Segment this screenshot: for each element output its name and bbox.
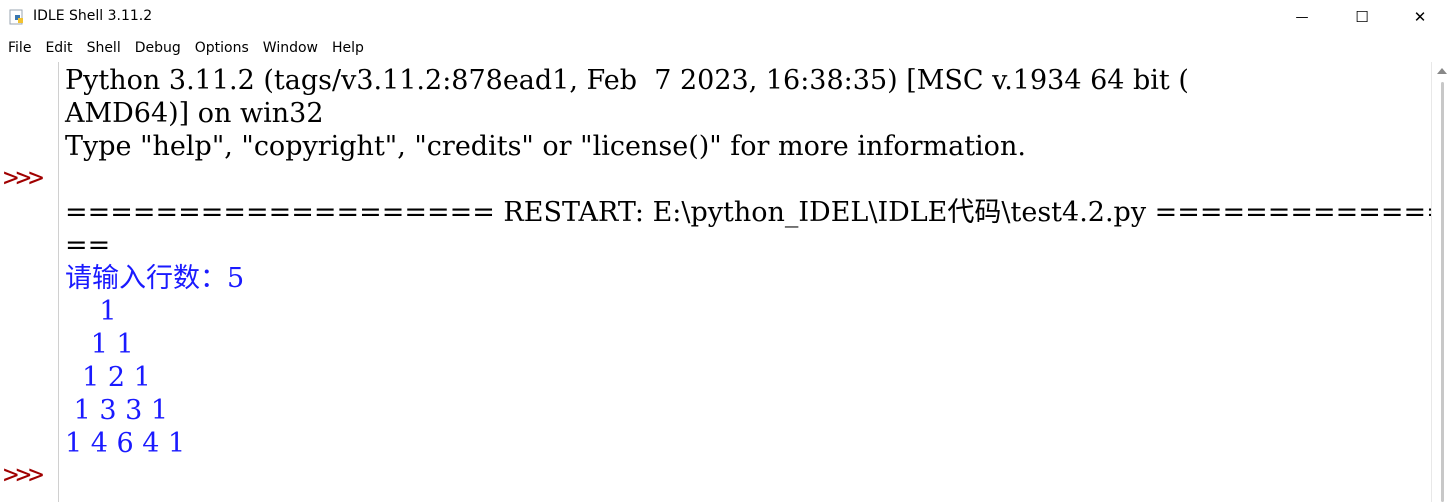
scroll-thumb[interactable] — [1441, 82, 1444, 502]
vertical-scrollbar[interactable] — [1431, 62, 1452, 502]
shell-prompt: >>> — [3, 460, 44, 490]
menu-help[interactable]: Help — [324, 34, 370, 62]
minimize-button[interactable]: — — [1279, 0, 1325, 34]
maximize-icon: ☐ — [1355, 8, 1369, 26]
python-idle-icon — [9, 9, 23, 25]
input-prompt-line: 请输入行数：5 — [65, 263, 245, 294]
close-icon: ✕ — [1413, 8, 1427, 26]
output-line: 1 3 3 1 — [65, 395, 169, 426]
menu-options[interactable]: Options — [187, 34, 255, 62]
menu-shell[interactable]: Shell — [79, 34, 127, 62]
output-line: 1 2 1 — [65, 362, 151, 393]
banner-line: Python 3.11.2 (tags/v3.11.2:878ead1, Feb… — [65, 65, 1189, 96]
maximize-button[interactable]: ☐ — [1339, 0, 1385, 34]
prompt-gutter: >>> >>> — [0, 62, 59, 502]
restart-line: == — [65, 230, 111, 261]
banner-line: AMD64)] on win32 — [65, 98, 324, 129]
output-line: 1 1 — [65, 329, 134, 360]
minimize-icon: — — [1295, 9, 1309, 25]
restart-line: =================== RESTART: E:\python_I… — [65, 197, 1431, 228]
banner-line: Type "help", "copyright", "credits" or "… — [65, 131, 1026, 162]
menu-bar: File Edit Shell Debug Options Window Hel… — [0, 34, 1452, 62]
chevron-up-icon[interactable] — [1437, 68, 1447, 74]
window-title: IDLE Shell 3.11.2 — [33, 8, 153, 24]
output-line: 1 4 6 4 1 — [65, 428, 186, 459]
menu-debug[interactable]: Debug — [127, 34, 187, 62]
shell-text-area[interactable]: Python 3.11.2 (tags/v3.11.2:878ead1, Feb… — [59, 62, 1431, 502]
output-line: 1 — [65, 296, 117, 327]
menu-edit[interactable]: Edit — [37, 34, 78, 62]
title-bar: IDLE Shell 3.11.2 — ☐ ✕ — [0, 0, 1452, 34]
shell-prompt: >>> — [3, 163, 44, 193]
menu-file[interactable]: File — [0, 34, 37, 62]
close-button[interactable]: ✕ — [1397, 0, 1443, 34]
menu-window[interactable]: Window — [255, 34, 324, 62]
